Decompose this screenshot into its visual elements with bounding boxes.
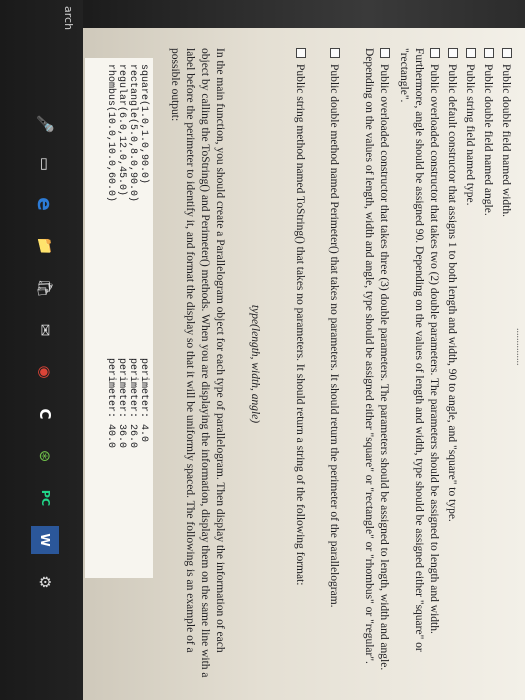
checkbox-icon <box>466 48 476 58</box>
output-right-column: perimeter: 4.0 perimeter: 26.0 perimeter… <box>105 358 149 448</box>
mail-icon[interactable]: ✉ <box>31 316 59 344</box>
list-item: Public double field named angle. <box>480 48 495 678</box>
word-icon[interactable]: W <box>31 526 59 554</box>
assignment-document: ............... Public double field name… <box>83 28 525 700</box>
settings-icon[interactable]: ⚙ <box>31 568 59 596</box>
edge-browser-icon[interactable]: e <box>31 190 59 218</box>
microphone-icon[interactable]: 🎤 <box>31 110 59 138</box>
rotated-monitor: ............... Public double field name… <box>0 0 525 700</box>
chrome-icon[interactable]: ◉ <box>31 358 59 386</box>
main-paragraph: In the main function, you should create … <box>169 48 226 678</box>
cc-app-icon[interactable]: C <box>31 400 59 428</box>
file-explorer-icon[interactable]: 📁 <box>31 232 59 260</box>
photo-scene: ............... Public double field name… <box>0 0 525 700</box>
task-view-icon[interactable]: ▭ <box>31 150 59 178</box>
monitor-screen: ............... Public double field name… <box>83 28 525 700</box>
pycharm-icon[interactable]: PC <box>31 484 59 512</box>
output-line: perimeter: 40.0 <box>105 358 116 449</box>
output-left-column: square(1.0,1.0,90.0) rectangle(5.0,8.0,9… <box>105 64 149 202</box>
store-icon[interactable]: 🛍 <box>31 274 59 302</box>
output-line: rectangle(5.0,8.0,90.0) <box>127 64 138 203</box>
list-item: Public double method named Perimeter() t… <box>326 48 341 678</box>
checkbox-icon <box>330 48 340 58</box>
checkbox-icon <box>448 48 458 58</box>
list-item: Public string field named type. <box>462 48 477 678</box>
list-item: Public overloaded constructor that takes… <box>363 48 390 671</box>
list-item: Public default constructor that assigns … <box>444 48 459 678</box>
checkbox-icon <box>502 48 512 58</box>
example-output: square(1.0,1.0,90.0) rectangle(5.0,8.0,9… <box>85 58 153 578</box>
output-line: square(1.0,1.0,90.0) <box>138 64 149 185</box>
output-line: regular(6.0,12.0,45.0) <box>116 64 127 197</box>
search-box-label[interactable]: arch <box>62 6 75 30</box>
output-line: rhombus(10.0,10.0,60.0) <box>105 64 116 203</box>
checkbox-icon <box>430 48 440 58</box>
checkbox-icon <box>296 48 306 58</box>
format-line: type(length, width, angle) <box>249 304 261 424</box>
output-line: perimeter: 26.0 <box>127 358 138 449</box>
output-line: perimeter: 36.0 <box>116 358 127 449</box>
list-item: Public overloaded constructor that takes… <box>398 48 440 652</box>
cropped-top-text: ............... <box>514 328 525 366</box>
list-item: Public string method named ToString() th… <box>292 48 307 678</box>
checkbox-icon <box>380 48 390 58</box>
xbox-icon[interactable]: ⊛ <box>31 442 59 470</box>
taskbar: arch 🎤 ▭ e 📁 🛍 ✉ ◉ C ⊛ PC W ⚙ <box>0 0 83 700</box>
output-line: perimeter: 4.0 <box>138 358 149 443</box>
list-item: Public double field named width. <box>498 48 513 678</box>
checkbox-icon <box>484 48 494 58</box>
